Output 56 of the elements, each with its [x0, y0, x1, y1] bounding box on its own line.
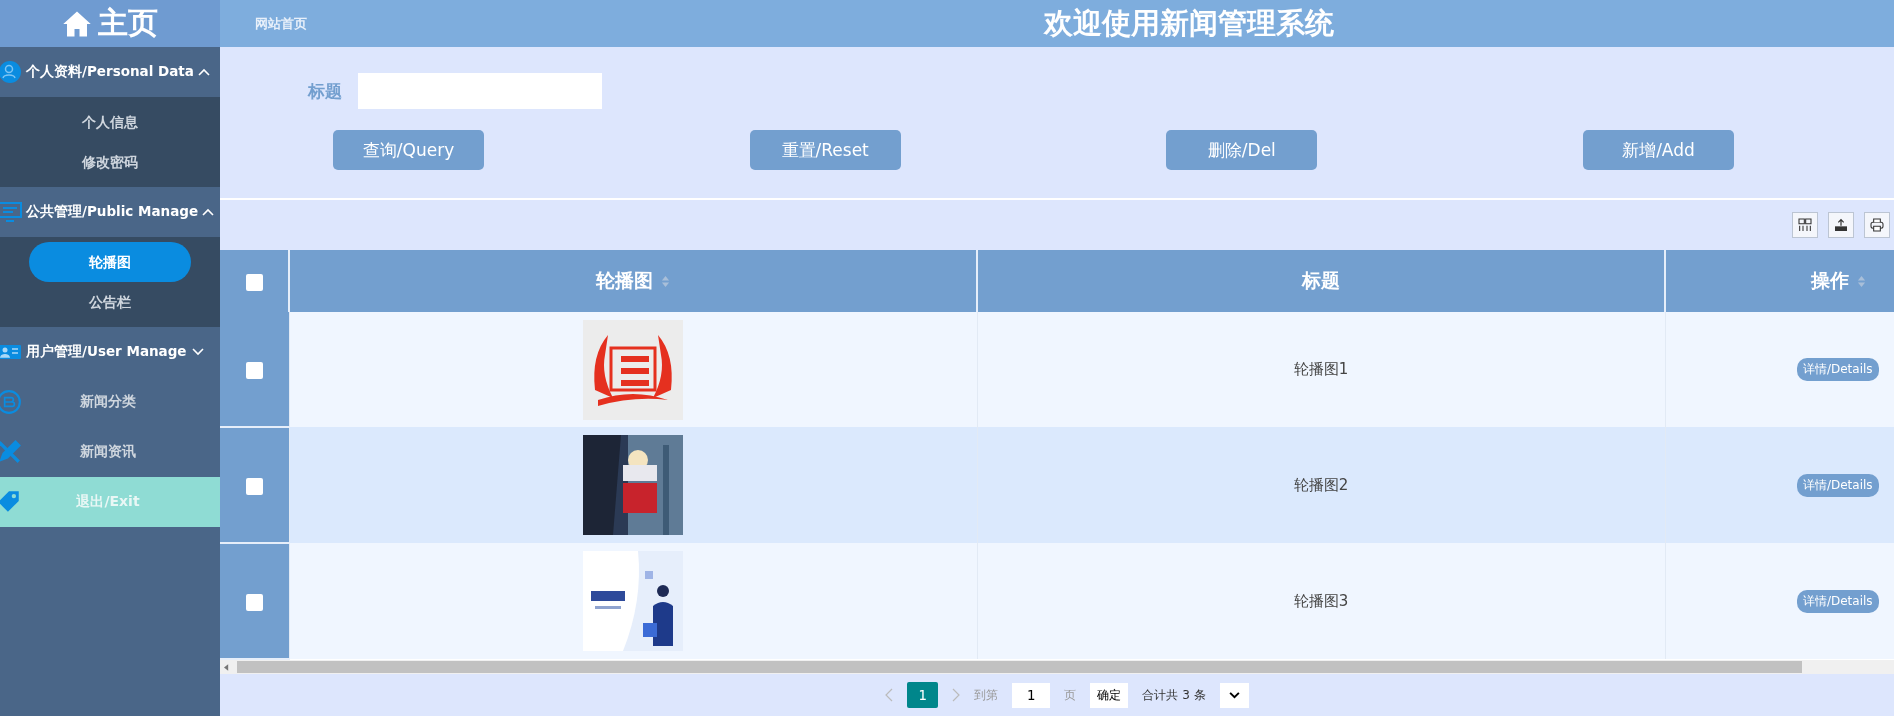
scrollbar-thumb[interactable]: [237, 661, 1802, 673]
menu-item[interactable]: 新闻分类: [0, 377, 220, 427]
action-button[interactable]: 重置/Reset: [749, 130, 901, 170]
columns-icon: [1797, 217, 1813, 233]
menu-item[interactable]: 轮播图: [29, 242, 191, 282]
print-icon: [1869, 217, 1885, 233]
menu-group[interactable]: 个人资料/Personal Data: [0, 47, 220, 97]
action-button[interactable]: 删除/Del: [1166, 130, 1318, 170]
row-checkbox[interactable]: [245, 477, 263, 495]
row-checkbox[interactable]: [245, 361, 263, 379]
total-count: 合计共 3 条: [1142, 686, 1206, 704]
horizontal-scrollbar[interactable]: [220, 660, 1894, 674]
column-header[interactable]: 轮播图: [289, 250, 977, 312]
action-button[interactable]: 查询/Query: [333, 130, 484, 170]
monitor-icon: [0, 200, 22, 224]
page-number-field[interactable]: 1: [1012, 682, 1051, 708]
previous-page-icon: [885, 688, 894, 702]
details-button[interactable]: 详情/Details: [1796, 358, 1879, 381]
page-unit-label: 页: [1064, 686, 1077, 704]
columns-button[interactable]: [1792, 212, 1818, 238]
export-icon: [1833, 217, 1849, 233]
sidebar-title: 主页: [98, 4, 158, 42]
action-button[interactable]: 新增/Add: [1582, 130, 1734, 170]
page-size-select[interactable]: [1219, 682, 1249, 708]
menu-item[interactable]: 修改密码: [29, 142, 191, 182]
export-button[interactable]: [1828, 212, 1854, 238]
confirm-button[interactable]: 确定: [1090, 682, 1129, 708]
goto-label: 到第: [974, 686, 999, 704]
title-input-field[interactable]: [358, 73, 602, 109]
details-button[interactable]: 详情/Details: [1796, 589, 1879, 613]
menu-group-label: 个人资料/Personal Data: [26, 63, 194, 81]
menu-group[interactable]: 公共管理/Public Manage: [0, 187, 220, 237]
menu-item[interactable]: 个人信息: [29, 102, 191, 142]
chevron-down-icon: [1228, 691, 1240, 699]
next-page-icon: [952, 688, 961, 702]
menu-item[interactable]: 新闻资讯: [0, 427, 220, 477]
details-button[interactable]: 详情/Details: [1796, 473, 1879, 497]
menu-group-label: 用户管理/User Manage: [26, 343, 188, 361]
page-title: 欢迎使用新闻管理系统: [1044, 4, 1334, 42]
home-link[interactable]: 网站首页: [255, 14, 307, 33]
menu-group[interactable]: 用户管理/User Manage: [0, 327, 220, 377]
coin-icon: [0, 389, 22, 415]
table-cell: 轮播图2: [977, 427, 1665, 543]
print-button[interactable]: [1864, 212, 1890, 238]
column-header[interactable]: 操作: [1665, 250, 1894, 312]
table-cell: 轮播图3: [977, 543, 1665, 659]
table-cell: 轮播图1: [977, 312, 1665, 427]
row-checkbox[interactable]: [245, 593, 263, 611]
select-all-checkbox[interactable]: [245, 274, 263, 291]
page-button[interactable]: 1: [907, 682, 939, 708]
field-label: 标题: [308, 79, 342, 103]
menu-group-label: 公共管理/Public Manage: [26, 203, 199, 221]
column-header[interactable]: 标题: [977, 250, 1665, 312]
person-icon: [0, 60, 22, 84]
scroll-left-icon: [224, 663, 229, 671]
menu-item[interactable]: 公告栏: [29, 282, 191, 322]
